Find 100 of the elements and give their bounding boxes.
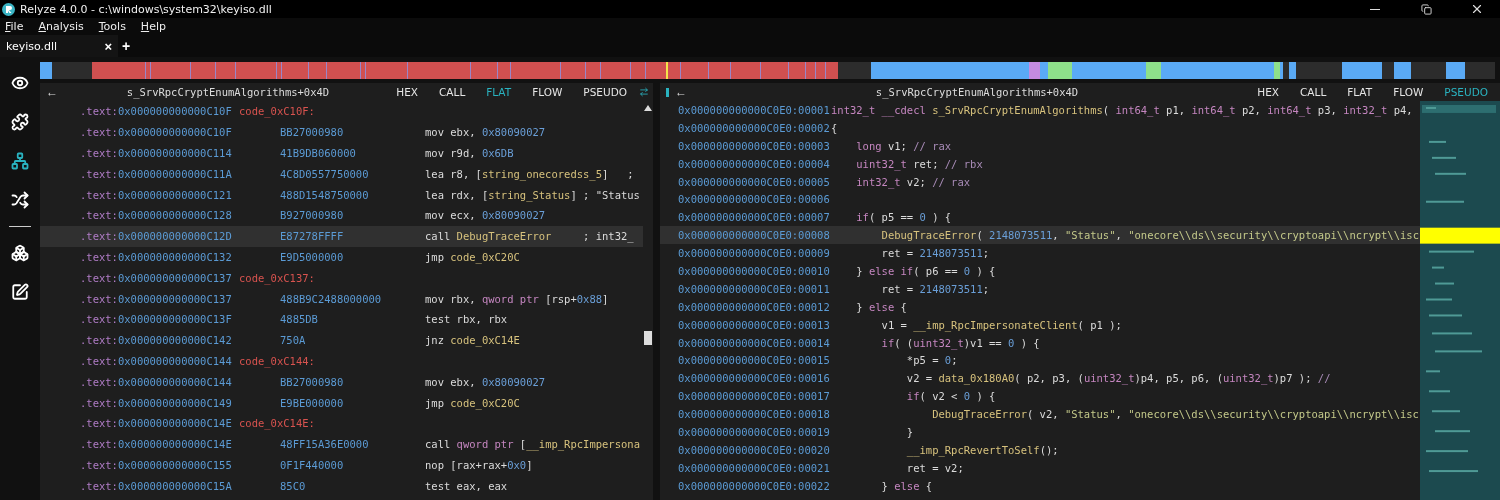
instruction-cell-text: call qword ptr [__imp_RpcImpersona xyxy=(425,438,641,451)
line-address: 0x000000000000C0E0:00020 xyxy=(678,443,831,456)
code-line: __imp_RpcRevertToSelf(); xyxy=(905,443,1060,456)
code-line: if( v2 < 0 ) { xyxy=(905,390,997,403)
address-cell: .text:0x000000000000C13F xyxy=(80,313,232,326)
code-line: } else if( p6 == 0 ) { xyxy=(855,264,997,277)
line-address: 0x000000000000C0E0:00012 xyxy=(678,300,831,313)
line-address: 0x000000000000C0E0:00016 xyxy=(678,372,831,385)
view-tab[interactable]: FLOW xyxy=(1393,86,1424,98)
code-label: code_0xC14E: xyxy=(239,417,316,430)
line-address: 0x000000000000C0E0:00010 xyxy=(678,264,831,277)
view-tab[interactable]: HEX xyxy=(1257,86,1279,98)
code-label: code_0xC144: xyxy=(239,354,316,367)
code-line: DebugTraceError( 2148073511, "Status", "onecore\\ds\\security\\cryptoapi\\ncrypt\\isc xyxy=(880,229,1420,242)
line-address: 0x000000000000C0E0:00006 xyxy=(678,193,831,206)
bytes-cell-text: 488D1548750000 xyxy=(280,188,370,201)
view-tab[interactable]: FLAT xyxy=(1347,86,1373,98)
line-address: 0x000000000000C0E0:00019 xyxy=(678,425,831,438)
bytes-cell-text: B927000980 xyxy=(280,209,345,222)
bytes-cell-text: 750A xyxy=(280,334,307,347)
instruction-cell-text: lea r8, [string_onecoredss_5] ; xyxy=(425,167,635,180)
view-tab[interactable]: CALL xyxy=(1300,86,1327,98)
address-cell: .text:0x000000000000C137 xyxy=(80,271,232,284)
app-logo-icon xyxy=(2,2,15,16)
code-label: code_0xC137: xyxy=(239,271,316,284)
code-line: uint32_t ret; // rbx xyxy=(855,157,984,170)
line-address: 0x000000000000C0E0:00015 xyxy=(678,354,831,367)
code-line: long v1; // rax xyxy=(855,139,953,152)
line-address: 0x000000000000C0E0:00011 xyxy=(678,282,831,295)
instruction-cell-text: lea rdx, [string_Status] ; "Status xyxy=(425,188,641,201)
code-line: } else { xyxy=(880,479,934,492)
menu-item[interactable]: Tools xyxy=(95,20,129,33)
close-icon xyxy=(1470,2,1484,16)
line-address: 0x000000000000C0E0:00005 xyxy=(678,175,831,188)
code-line: v2 = data_0x180A0( p2, p3, (uint32_t)p4, p5, p6, (uint32_t)p7 ); // xyxy=(905,372,1332,385)
function-title: s_SrvRpcCryptEnumAlgorithms+0x4D xyxy=(874,86,1080,98)
address-cell: .text:0x000000000000C12D xyxy=(80,230,232,243)
code-line: } xyxy=(905,425,915,438)
bytes-cell-text: 41B9DB060000 xyxy=(280,147,357,159)
line-address: 0x000000000000C0E0:00017 xyxy=(678,390,831,403)
puzzle-icon[interactable] xyxy=(10,112,30,132)
line-address: 0x000000000000C0E0:00013 xyxy=(678,318,831,331)
cubes-icon[interactable] xyxy=(10,243,30,263)
bytes-cell-text: E9BE000000 xyxy=(280,396,345,409)
minimize-icon xyxy=(1370,8,1380,10)
sync-icon[interactable] xyxy=(639,87,649,97)
instruction-cell-text: test rbx, rbx xyxy=(425,313,509,326)
address-cell: .text:0x000000000000C10F xyxy=(80,126,232,139)
instruction-cell-text: mov ebx, 0x80090027 xyxy=(425,126,547,139)
instruction-cell-text: jnz code_0xC14E xyxy=(425,334,521,347)
highlighted-row[interactable]: 0x000000000000C0E0:00008 DebugTraceError( 2148073511, "Status", "onecore\\ds\\security\\cryptoapi\\ncrypt\\isc xyxy=(660,226,1420,245)
view-tab[interactable]: PSEUDO xyxy=(583,86,627,98)
bytes-cell-text: 488B9C2488000000 xyxy=(280,292,383,305)
marker-icon[interactable] xyxy=(666,87,669,97)
code-line: v1 = __imp_RpcImpersonateClient( p1 ); xyxy=(880,318,1123,331)
restore-icon xyxy=(1420,3,1432,15)
new-tab-button[interactable]: + xyxy=(118,38,135,54)
back-button[interactable]: ← xyxy=(669,85,697,99)
code-line: int32_t v2; // rax xyxy=(855,175,972,188)
shuffle-icon[interactable] xyxy=(10,190,30,210)
edit-icon[interactable] xyxy=(10,282,30,302)
menu-item[interactable]: File xyxy=(2,20,27,33)
bytes-cell-text: BB27000980 xyxy=(280,375,345,388)
line-address: 0x000000000000C0E0:00007 xyxy=(678,211,831,224)
line-address: 0x000000000000C0E0:00021 xyxy=(678,461,831,474)
sitemap-icon[interactable] xyxy=(10,151,30,171)
line-address: 0x000000000000C0E0:00009 xyxy=(678,247,831,260)
address-cell: .text:0x000000000000C149 xyxy=(80,396,232,409)
view-tab[interactable]: HEX xyxy=(396,86,418,98)
code-line: ret = 2148073511; xyxy=(880,282,991,295)
menu-item[interactable]: Help xyxy=(137,20,169,33)
view-tab[interactable]: PSEUDO xyxy=(1444,86,1488,98)
address-cell: .text:0x000000000000C10F xyxy=(80,105,232,118)
file-tab[interactable]: keyiso.dll × xyxy=(0,35,118,57)
instruction-cell-text: jmp code_0xC20C xyxy=(425,396,521,409)
address-cell: .text:0x000000000000C137 xyxy=(80,292,232,305)
address-cell: .text:0x000000000000C11A xyxy=(80,167,232,180)
address-cell: .text:0x000000000000C142 xyxy=(80,334,232,347)
tab-label: keyiso.dll xyxy=(6,39,58,53)
code-minimap-drawing[interactable] xyxy=(1420,101,1500,500)
view-tab[interactable]: CALL xyxy=(439,86,466,98)
address-cell: .text:0x000000000000C155 xyxy=(80,458,232,471)
code-line: if( (uint32_t)v1 == 0 ) { xyxy=(880,336,1041,349)
address-cell: .text:0x000000000000C114 xyxy=(80,147,232,159)
function-title: s_SrvRpcCryptEnumAlgorithms+0x4D xyxy=(125,86,331,98)
view-tab[interactable]: FLAT xyxy=(486,86,512,98)
back-button[interactable]: ← xyxy=(40,85,68,99)
address-cell: .text:0x000000000000C144 xyxy=(80,354,232,367)
instruction-cell-text: mov ecx, 0x80090027 xyxy=(425,209,547,222)
tab-close-button[interactable]: × xyxy=(104,38,112,54)
menu-item[interactable]: Analysis xyxy=(35,20,87,33)
line-address: 0x000000000000C0E0:00002 xyxy=(678,121,831,134)
view-tab[interactable]: FLOW xyxy=(532,86,563,98)
code-line: int32_t __cdecl s_SrvRpcCryptEnumAlgorithms( int64_t p1, int64_t p2, int64_t p3, int32_t p4, xyxy=(831,103,1414,116)
address-cell: .text:0x000000000000C121 xyxy=(80,188,232,201)
line-address: 0x000000000000C0E0:00001 xyxy=(678,103,831,116)
instruction-cell-text: jmp code_0xC20C xyxy=(425,250,521,263)
overview-bar-drawing[interactable] xyxy=(40,62,1495,79)
bytes-cell-text: 0F1F440000 xyxy=(280,458,345,471)
highlighted-row[interactable]: .text:0x000000000000C12D E87278FFFF call DebugTraceError ; int32_ xyxy=(40,225,643,247)
